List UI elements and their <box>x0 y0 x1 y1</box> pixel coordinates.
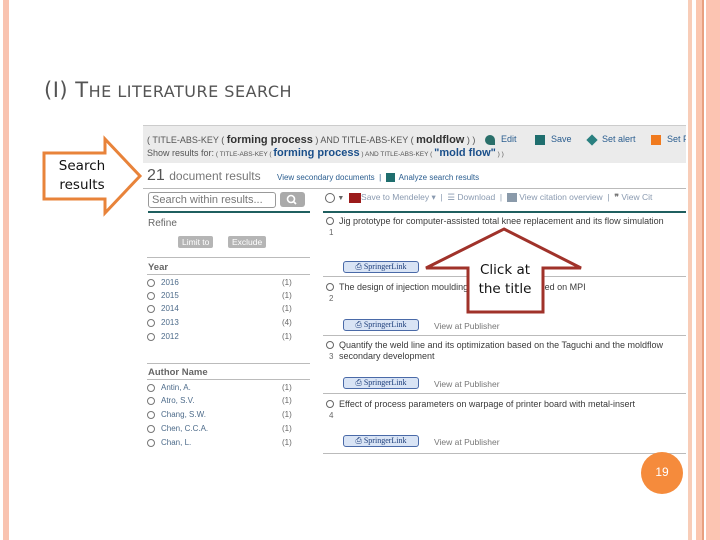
callout-arrows <box>42 135 582 314</box>
click-title-callout: Click at the title <box>478 262 532 297</box>
page-number-badge: 19 <box>641 452 683 494</box>
search-results-callout: Search results <box>58 158 106 193</box>
